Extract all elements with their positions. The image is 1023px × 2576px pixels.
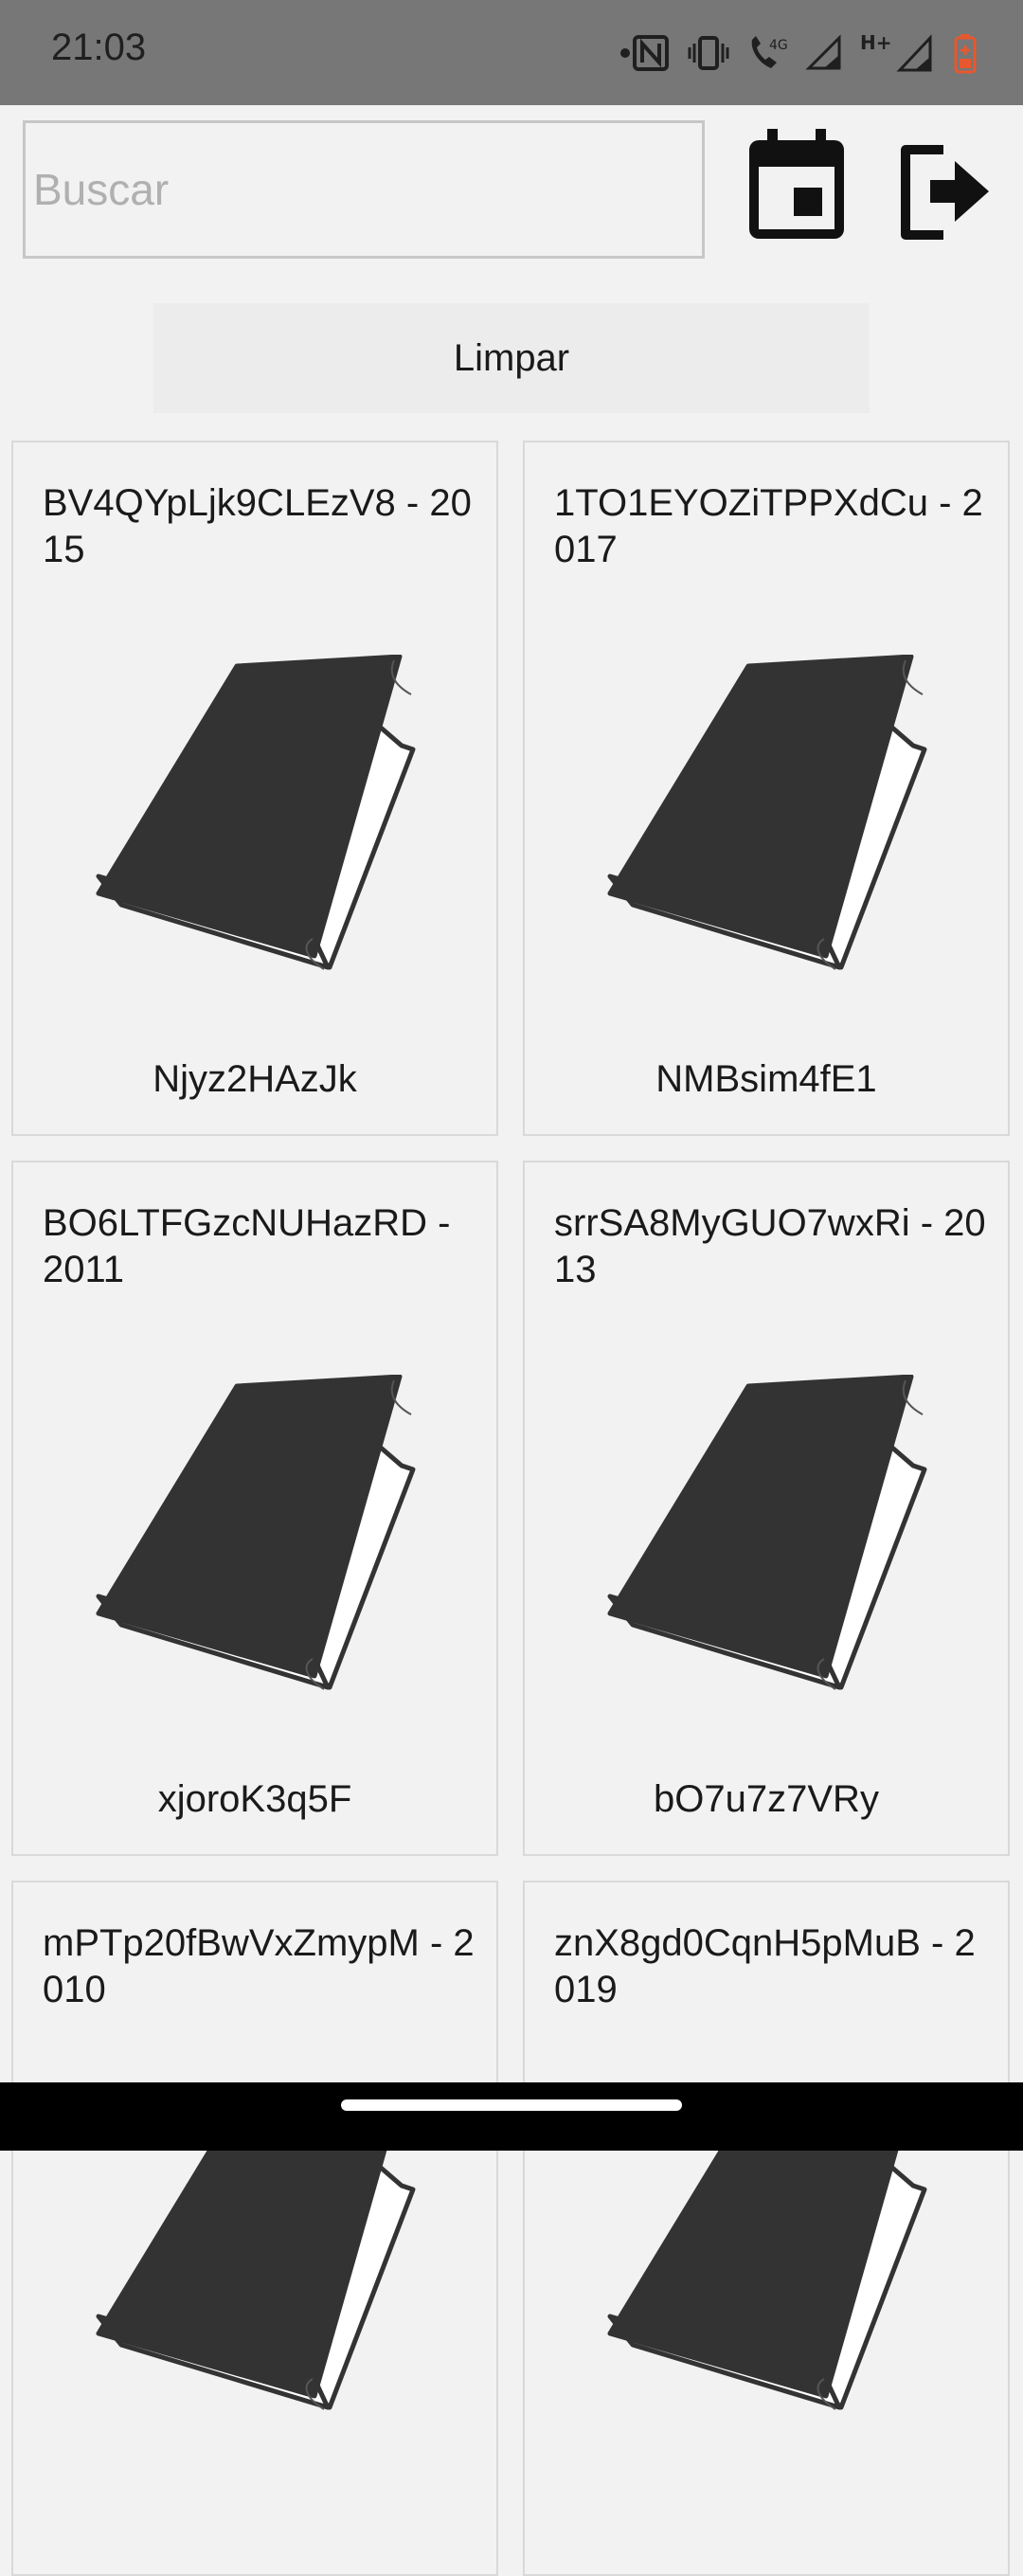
book-card[interactable]: BV4QYpLjk9CLEzV8 - 2015 Njyz2HAzJk xyxy=(11,441,498,1136)
book-title: mPTp20fBwVxZmypM - 2010 xyxy=(43,1922,475,2010)
calendar-icon xyxy=(749,129,844,239)
calendar-button[interactable] xyxy=(745,129,849,243)
signal-icon xyxy=(805,34,843,72)
book-title: 1TO1EYOZiTPPXdCu - 2017 xyxy=(554,482,983,570)
battery-icon xyxy=(953,32,978,74)
navigation-bar xyxy=(0,2082,1023,2151)
status-bar: 21:03 4G H+ xyxy=(0,0,1023,105)
book-icon xyxy=(80,654,430,986)
book-icon xyxy=(80,1374,430,1706)
book-title: BO6LTFGzcNUHazRD - 2011 xyxy=(43,1202,451,1290)
search-input[interactable] xyxy=(23,120,705,259)
book-code: xjoroK3q5F xyxy=(157,1778,352,1820)
book-icon xyxy=(591,1374,942,1706)
book-title: znX8gd0CqnH5pMuB - 2019 xyxy=(554,1922,976,2010)
wifi-calling-icon: 4G xyxy=(746,34,788,72)
signal-h-plus-icon: H+ xyxy=(860,32,936,74)
vibrate-icon xyxy=(688,34,729,72)
book-card[interactable]: 1TO1EYOZiTPPXdCu - 2017 NMBsim4fE1 xyxy=(523,441,1010,1136)
book-code: bO7u7z7VRy xyxy=(654,1778,879,1820)
book-code: Njyz2HAzJk xyxy=(153,1058,357,1100)
book-card[interactable]: mPTp20fBwVxZmypM - 2010 xyxy=(11,1881,498,2576)
logout-button[interactable] xyxy=(896,140,991,244)
book-card[interactable]: znX8gd0CqnH5pMuB - 2019 xyxy=(523,1881,1010,2576)
book-code: NMBsim4fE1 xyxy=(655,1058,877,1100)
status-time: 21:03 xyxy=(51,27,147,68)
clear-button[interactable]: Limpar xyxy=(153,303,870,413)
network-h-label: H+ xyxy=(860,32,892,54)
book-card[interactable]: BO6LTFGzcNUHazRD - 2011 xjoroK3q5F xyxy=(11,1161,498,1856)
book-icon xyxy=(591,654,942,986)
logout-icon xyxy=(901,145,989,240)
home-handle[interactable] xyxy=(341,2099,682,2111)
status-icons: 4G H+ xyxy=(618,28,978,78)
network-4g-label: 4G xyxy=(769,38,788,53)
book-title: BV4QYpLjk9CLEzV8 - 2015 xyxy=(43,482,472,570)
book-card[interactable]: srrSA8MyGUO7wxRi - 2013 bO7u7z7VRy xyxy=(523,1161,1010,1856)
nfc-icon xyxy=(618,34,671,72)
book-title: srrSA8MyGUO7wxRi - 2013 xyxy=(554,1202,986,1290)
